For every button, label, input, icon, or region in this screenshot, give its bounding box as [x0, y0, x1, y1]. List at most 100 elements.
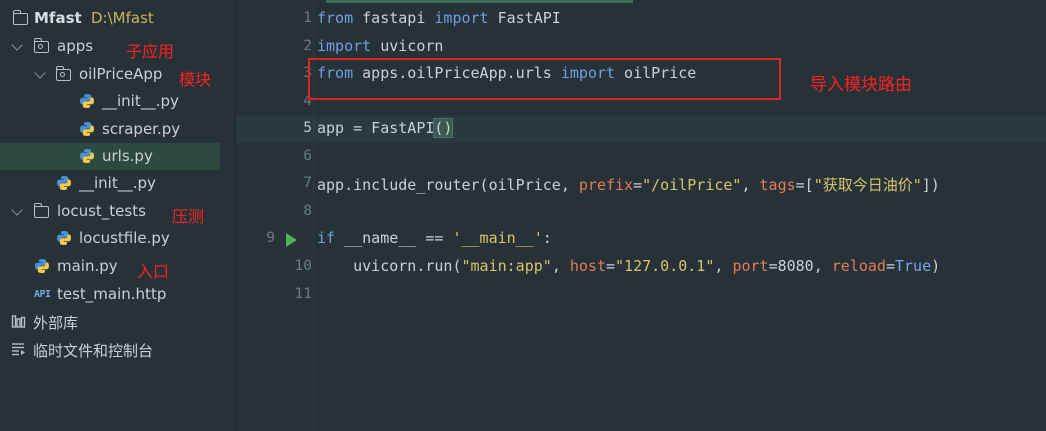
- line-number: 10: [294, 258, 312, 274]
- tree-item-label: oilPriceApp: [79, 65, 163, 83]
- import-highlight-box: [308, 58, 781, 100]
- code-text: =8080,: [768, 257, 832, 275]
- code-editor[interactable]: 1 2 3 4 5 6 7 8 9 10 11 from fastapi imp…: [236, 0, 1046, 431]
- tree-item-label: locust_tests: [57, 202, 146, 220]
- line-number-current: 5: [303, 120, 312, 136]
- tree-item-scraper[interactable]: scraper.py: [0, 116, 235, 143]
- folder-icon: [12, 10, 28, 25]
- code-line-2[interactable]: import uvicorn: [317, 37, 443, 55]
- line-number: 3: [303, 65, 312, 81]
- code-text: app = FastAPI: [317, 119, 435, 137]
- line-number: 8: [303, 203, 312, 219]
- tree-item-test-main-http[interactable]: API test_main.http: [0, 281, 235, 308]
- code-text: =: [885, 257, 895, 275]
- string-literal: "main:app": [461, 257, 552, 275]
- code-text: =[: [795, 176, 814, 194]
- package-folder-icon: [33, 38, 49, 53]
- run-icon[interactable]: [286, 233, 297, 247]
- annotation-apps: 子应用: [126, 42, 175, 61]
- tree-item-init-apps[interactable]: __init__.py: [0, 170, 235, 197]
- tree-item-label: urls.py: [102, 147, 153, 165]
- param-name: port: [732, 257, 769, 275]
- python-file-icon: [80, 149, 94, 163]
- annotation-load-test: 压测: [172, 207, 205, 226]
- code-text: ]): [921, 176, 940, 194]
- param-name: host: [569, 257, 606, 275]
- tree-item-label: __init__.py: [79, 174, 156, 192]
- code-line-10[interactable]: uvicorn.run("main:app", host="127.0.0.1"…: [317, 257, 940, 275]
- tree-item-external-libraries[interactable]: 外部库: [0, 308, 235, 335]
- line-number: 1: [303, 10, 312, 26]
- code-line-7[interactable]: app.include_router(oilPrice, prefix="/oi…: [317, 174, 940, 195]
- tree-item-init-app[interactable]: __init__.py: [0, 88, 235, 115]
- chevron-down-icon[interactable]: [11, 204, 23, 216]
- annotation-import-router: 导入模块路由: [810, 75, 912, 95]
- line-number-gutter[interactable]: 1 2 3 4 5 6 7 8 9 10 11: [236, 0, 312, 431]
- line-number: 6: [303, 148, 312, 164]
- project-name: Mfast: [34, 9, 82, 27]
- code-text: ): [931, 257, 941, 275]
- string-literal: "127.0.0.1": [615, 257, 715, 275]
- annotation-entry: 入口: [137, 262, 170, 281]
- library-icon: [11, 315, 26, 328]
- line-number: 11: [294, 286, 312, 302]
- folder-icon: [33, 203, 49, 218]
- code-text: ,: [741, 176, 760, 194]
- python-file-icon: [35, 259, 49, 273]
- tree-item-locustfile[interactable]: locustfile.py: [0, 225, 235, 252]
- code-text: app.include_router(oilPrice,: [317, 176, 579, 194]
- tree-item-label: test_main.http: [57, 285, 167, 303]
- code-text: uvicorn: [371, 37, 444, 55]
- chevron-down-icon[interactable]: [11, 39, 23, 51]
- code-text: :: [542, 229, 552, 247]
- line-number: 9: [266, 230, 275, 246]
- bool-literal: True: [895, 257, 932, 275]
- line-number: 2: [303, 38, 312, 54]
- code-text: =: [606, 257, 616, 275]
- python-file-icon: [57, 176, 71, 190]
- tree-item-label: main.py: [57, 257, 118, 275]
- python-file-icon: [57, 231, 71, 245]
- code-text: ,: [714, 257, 733, 275]
- tree-item-label: 外部库: [33, 314, 79, 332]
- tree-item-scratches[interactable]: 临时文件和控制台: [0, 336, 235, 363]
- keyword: import: [434, 9, 489, 27]
- python-file-icon: [80, 122, 94, 136]
- keyword: import: [317, 37, 372, 55]
- code-text: FastAPI: [488, 9, 561, 27]
- string-literal: "获取今日油价": [813, 176, 922, 194]
- param-name: prefix: [578, 176, 634, 194]
- string-literal: "/oilPrice": [642, 176, 742, 194]
- tree-item-label: locustfile.py: [79, 229, 170, 247]
- tree-item-apps[interactable]: apps: [0, 33, 235, 60]
- tree-item-label: apps: [57, 37, 94, 55]
- keyword: from: [317, 9, 354, 27]
- param-name: tags: [759, 176, 796, 194]
- code-line-1[interactable]: from fastapi import FastAPI: [317, 9, 561, 27]
- tree-item-main[interactable]: main.py: [0, 253, 235, 280]
- string-literal: '__main__': [452, 229, 543, 247]
- package-folder-icon: [55, 66, 71, 81]
- active-tab-indicator: [326, 0, 633, 3]
- tree-item-label: __init__.py: [102, 92, 179, 110]
- tree-item-label: 临时文件和控制台: [33, 342, 154, 360]
- code-text: fastapi: [353, 9, 435, 27]
- tree-root-mfast[interactable]: Mfast D:\Mfast: [0, 5, 235, 32]
- keyword: if: [317, 229, 336, 247]
- code-text: __name__ ==: [335, 229, 453, 247]
- code-text: ,: [551, 257, 570, 275]
- code-line-9[interactable]: if __name__ == '__main__':: [317, 229, 552, 247]
- matched-parens: (): [433, 118, 454, 138]
- code-line-5[interactable]: app = FastAPI(): [317, 118, 454, 138]
- line-number: 4: [303, 93, 312, 109]
- code-text: =: [633, 176, 643, 194]
- scratches-icon: [12, 343, 25, 356]
- api-file-icon: API: [34, 289, 51, 300]
- project-path: D:\Mfast: [91, 9, 154, 27]
- annotation-module: 模块: [179, 70, 212, 89]
- code-text: uvicorn.run(: [317, 257, 462, 275]
- tree-item-urls[interactable]: urls.py: [0, 143, 220, 170]
- chevron-down-icon[interactable]: [34, 67, 46, 79]
- project-tree: Mfast D:\Mfast apps 子应用 oilPriceApp 模块 _…: [0, 0, 236, 431]
- python-file-icon: [80, 94, 94, 108]
